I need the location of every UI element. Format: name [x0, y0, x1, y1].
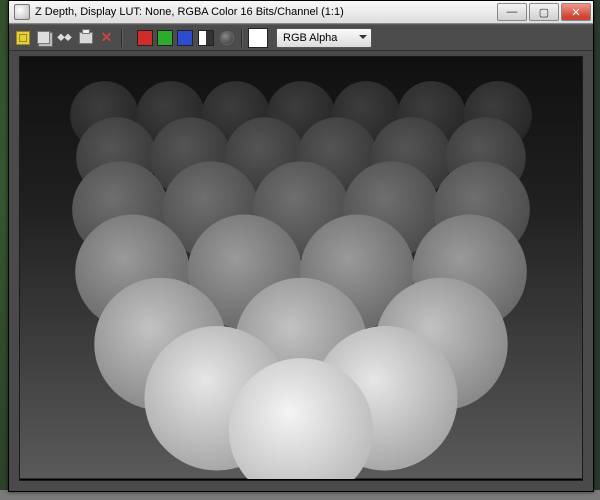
- save-button[interactable]: [13, 28, 32, 47]
- window-controls: — ▢ ✕: [497, 3, 591, 21]
- channel-red-button[interactable]: [137, 30, 153, 46]
- render-viewport[interactable]: [19, 56, 583, 481]
- color-swatch-button[interactable]: [248, 28, 268, 48]
- zdepth-render: [20, 57, 582, 479]
- print-icon: [79, 32, 93, 44]
- channel-alpha-button[interactable]: [196, 28, 215, 47]
- alpha-icon: [198, 30, 214, 46]
- channel-dropdown[interactable]: RGB Alpha: [276, 28, 372, 48]
- monochrome-button[interactable]: [217, 28, 236, 47]
- copy-icon: [37, 31, 50, 44]
- separator: [241, 29, 243, 47]
- minimize-button[interactable]: —: [497, 3, 527, 21]
- close-button[interactable]: ✕: [561, 3, 591, 21]
- channel-green-button[interactable]: [157, 30, 173, 46]
- maximize-button[interactable]: ▢: [529, 3, 559, 21]
- copy-button[interactable]: [34, 28, 53, 47]
- render-window: Z Depth, Display LUT: None, RGBA Color 1…: [8, 0, 594, 492]
- app-icon: [14, 4, 30, 20]
- clear-button[interactable]: ✕: [97, 28, 116, 47]
- channel-dropdown-value: RGB Alpha: [283, 32, 337, 44]
- save-icon: [16, 31, 30, 45]
- clone-icon: ⬥⬥: [58, 32, 72, 43]
- print-button[interactable]: [76, 28, 95, 47]
- toolbar: ⬥⬥ ✕ RGB Alpha: [9, 24, 593, 51]
- window-title: Z Depth, Display LUT: None, RGBA Color 1…: [35, 6, 497, 18]
- channel-blue-button[interactable]: [177, 30, 193, 46]
- separator: [121, 29, 123, 47]
- titlebar[interactable]: Z Depth, Display LUT: None, RGBA Color 1…: [9, 1, 593, 24]
- clone-button[interactable]: ⬥⬥: [55, 28, 74, 47]
- mono-icon: [220, 31, 234, 45]
- x-icon: ✕: [101, 29, 113, 46]
